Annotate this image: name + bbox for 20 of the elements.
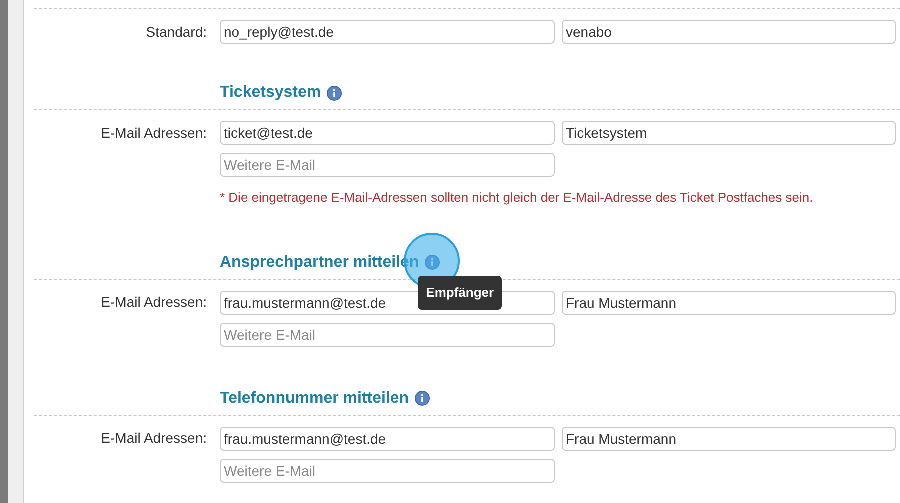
input-field[interactable]: venabo bbox=[562, 20, 896, 44]
input-field[interactable]: no_reply@test.de bbox=[220, 20, 555, 44]
input-field[interactable]: ticket@test.de bbox=[220, 121, 555, 145]
field-label: E-Mail Adressen: bbox=[100, 293, 207, 312]
tooltip: Empfänger bbox=[418, 276, 502, 310]
info-icon[interactable] bbox=[327, 86, 342, 100]
input-field[interactable]: Weitere E-Mail bbox=[220, 153, 555, 177]
info-icon[interactable] bbox=[415, 391, 430, 406]
field-label: E-Mail Adressen: bbox=[100, 429, 207, 448]
section-heading: Ticketsystem bbox=[220, 83, 322, 103]
input-field[interactable]: Frau Mustermann bbox=[562, 290, 896, 314]
input-field[interactable]: Weitere E-Mail bbox=[220, 458, 555, 482]
input-field[interactable]: frau.mustermann@test.de bbox=[220, 426, 555, 450]
input-field[interactable]: Frau Mustermann bbox=[562, 426, 896, 450]
field-label: E-Mail Adressen: bbox=[100, 124, 207, 142]
field-label: Standard: bbox=[145, 22, 207, 42]
input-field[interactable]: Ticketsystem bbox=[562, 121, 896, 145]
warning-note: * Die eingetragene E-Mail-Adressen sollten nicht gleich der E-Mail-Adresse des Ticket Postfaches sein. bbox=[220, 189, 814, 207]
section-heading: Telefonnummer mitteilen bbox=[220, 388, 410, 408]
input-field[interactable]: Weitere E-Mail bbox=[220, 322, 555, 346]
